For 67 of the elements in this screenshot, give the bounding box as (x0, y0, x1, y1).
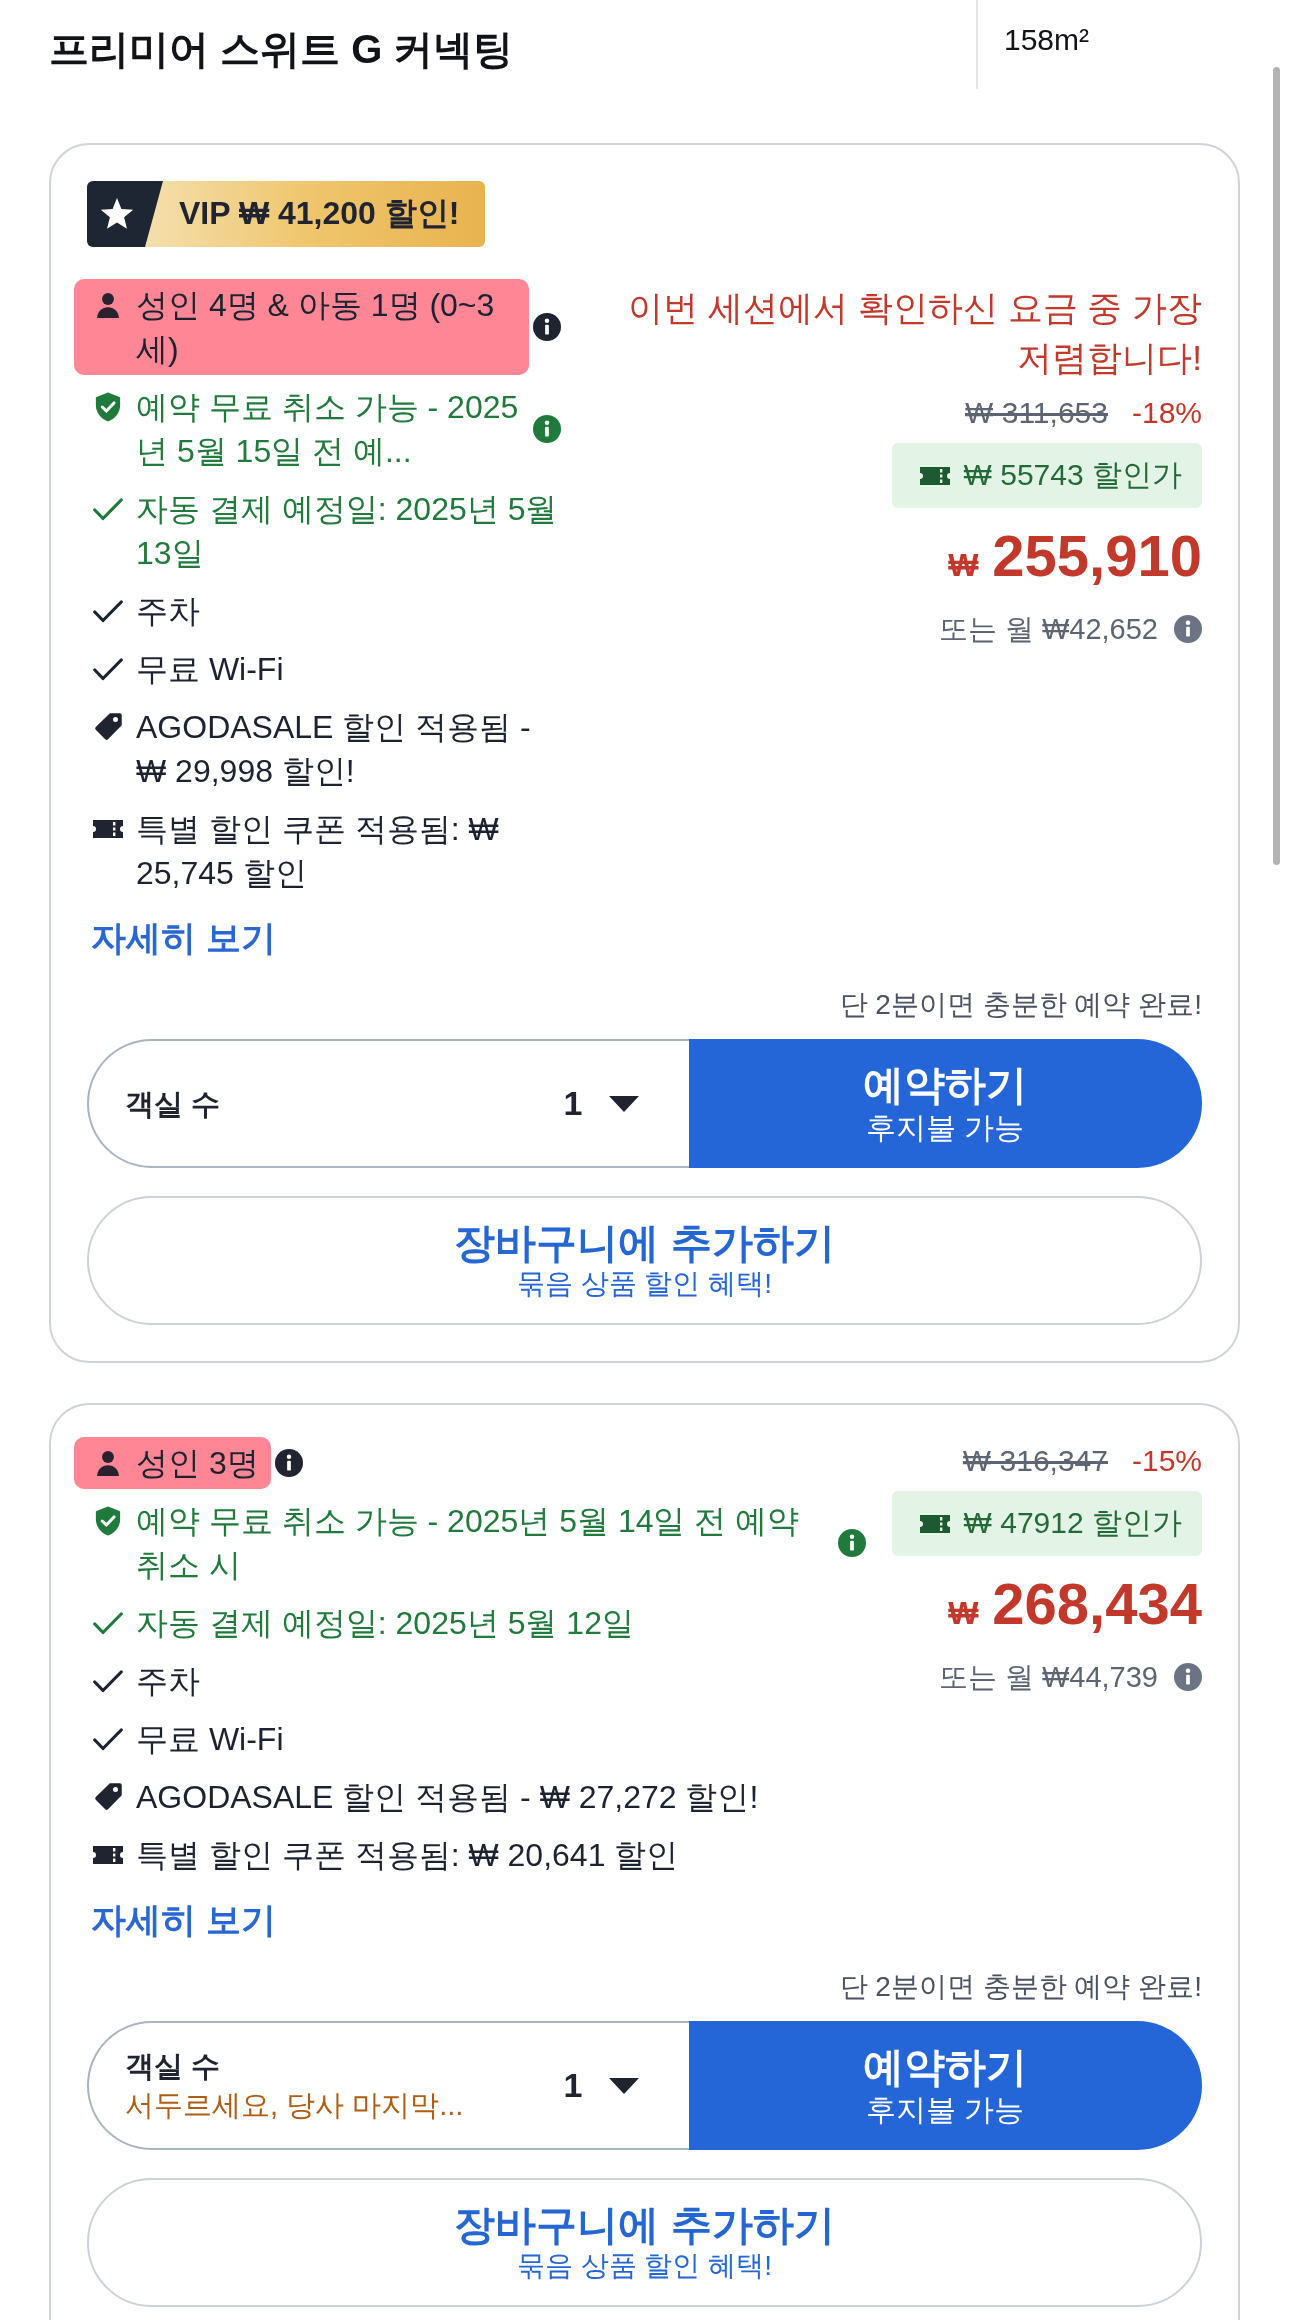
book-button[interactable]: 예약하기 후지불 가능 (688, 2021, 1202, 2150)
add-to-cart-button[interactable]: 장바구니에 추가하기 묶음 상품 할인 혜택! (87, 2178, 1202, 2307)
tag-icon (93, 1782, 123, 1812)
ticket-icon (919, 465, 950, 486)
coupon-price-text: ₩ 47912 할인가 (963, 1505, 1182, 1541)
payment-date-text: 자동 결제 예정일: 2025년 5월 12일 (136, 1604, 634, 1643)
occupancy-text: 성인 4명 & 아동 1명 (0~3세) (136, 286, 496, 369)
check-icon (93, 657, 123, 681)
info-icon[interactable] (533, 313, 561, 341)
book-button[interactable]: 예약하기 후지불 가능 (688, 1039, 1202, 1168)
shield-check-icon (94, 392, 122, 422)
info-icon[interactable] (274, 1449, 303, 1477)
add-to-cart-button[interactable]: 장바구니에 추가하기 묶음 상품 할인 혜택! (87, 1196, 1202, 1325)
person-icon (95, 1449, 121, 1477)
room-size: 158m² (1004, 23, 1090, 56)
availability-warning: 서두르세요, 당사 마지막... (125, 2087, 465, 2123)
vip-discount-text: VIP ₩ 41,200 할인! (179, 194, 460, 233)
star-icon (87, 181, 163, 247)
room-count-value: 1 (563, 2066, 583, 2105)
scrollbar-thumb[interactable] (1273, 67, 1280, 865)
promo-discount-text: AGODASALE 할인 적용됨 - ₩ 27,272 할인! (136, 1778, 759, 1817)
price-amount: 268,434 (992, 1572, 1202, 1636)
room-count-value: 1 (563, 1084, 583, 1123)
monthly-price: 또는 월 ₩44,739 (938, 1660, 1158, 1695)
discount-percent: -18% (1131, 395, 1202, 431)
amenity-text: 주차 (136, 1662, 200, 1701)
shield-check-icon (94, 1506, 122, 1536)
free-cancellation-text: 예약 무료 취소 가능 - 2025년 5월 14일 전 예약 취소 시 (136, 1502, 801, 1585)
room-count-dropdown[interactable]: 객실 수 1 (87, 1039, 689, 1168)
amenity-text: 주차 (136, 592, 200, 631)
ticket-icon (93, 819, 123, 839)
room-count-dropdown[interactable]: 객실 수 서두르세요, 당사 마지막... 1 (87, 2021, 689, 2150)
lowest-price-message: 이번 세션에서 확인하신 요금 중 가장 저렴합니다! (627, 287, 1202, 379)
amenity-text: 무료 Wi-Fi (136, 650, 284, 689)
booking-note: 단 2분이면 충분한 예약 완료! (838, 1970, 1202, 2004)
currency-symbol: ₩ (948, 546, 979, 585)
check-icon (93, 1669, 123, 1693)
check-icon (93, 1727, 123, 1751)
discount-percent: -15% (1131, 1443, 1202, 1479)
original-price: ₩ 311,653 (965, 395, 1108, 431)
original-price: ₩ 316,347 (962, 1443, 1108, 1479)
ticket-icon (919, 1513, 950, 1534)
coupon-price-text: ₩ 55743 할인가 (963, 457, 1182, 493)
promo-discount-text: AGODASALE 할인 적용됨 - ₩ 29,998 할인! (136, 708, 532, 791)
check-icon (93, 599, 123, 623)
payment-date-text: 자동 결제 예정일: 2025년 5월 13일 (136, 490, 559, 573)
free-cancellation-text: 예약 무료 취소 가능 - 2025년 5월 15일 전 예... (136, 388, 520, 471)
monthly-price: 또는 월 ₩42,652 (938, 612, 1158, 647)
amenity-text: 무료 Wi-Fi (136, 1720, 284, 1759)
person-icon (95, 291, 121, 319)
caret-down-icon (608, 1095, 639, 1112)
check-icon (93, 497, 123, 521)
coupon-discount-text: 특별 할인 쿠폰 적용됨: ₩ 20,641 할인 (136, 1836, 679, 1875)
details-link[interactable]: 자세히 보기 (91, 915, 276, 961)
price-amount: 255,910 (992, 524, 1202, 588)
occupancy-text: 성인 3명 (136, 1444, 259, 1483)
room-count-label: 객실 수 (125, 1086, 222, 1122)
room-title: 프리미어 스위트 G 커넥팅 (49, 26, 515, 73)
caret-down-icon (608, 2077, 639, 2094)
check-icon (93, 1611, 123, 1635)
coupon-discount-text: 특별 할인 쿠폰 적용됨: ₩ 25,745 할인 (136, 810, 500, 893)
tag-icon (93, 712, 123, 742)
room-count-label: 객실 수 (125, 2048, 222, 2084)
ticket-icon (93, 1845, 123, 1865)
currency-symbol: ₩ (948, 1594, 979, 1633)
booking-note: 단 2분이면 충분한 예약 완료! (838, 988, 1202, 1022)
details-link[interactable]: 자세히 보기 (91, 1897, 276, 1943)
